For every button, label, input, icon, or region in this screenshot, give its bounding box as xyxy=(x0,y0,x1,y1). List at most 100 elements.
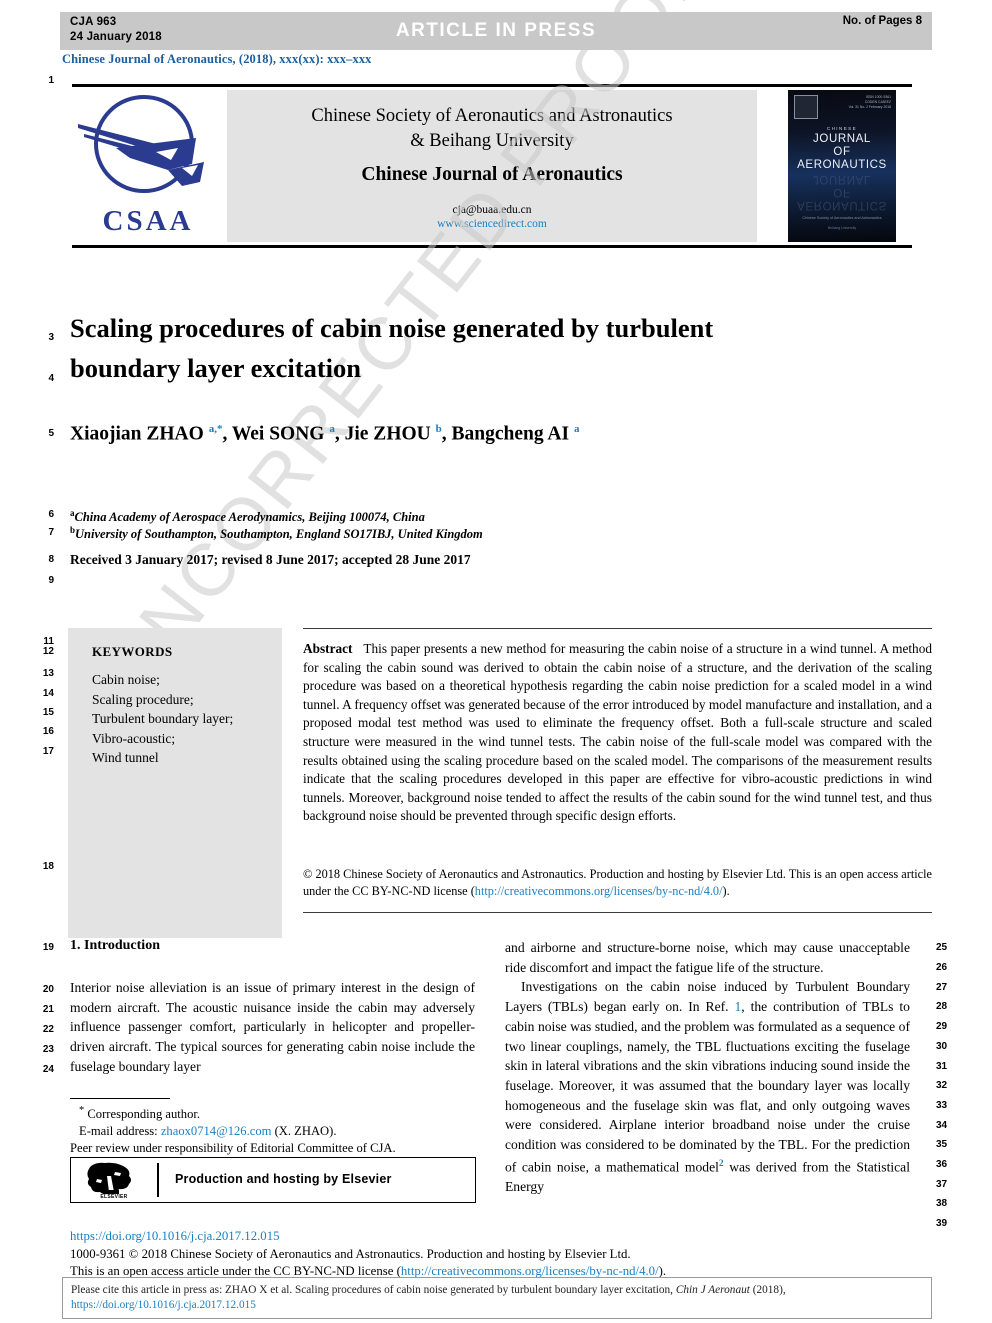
cover-journal-reflection: AERONAUTICS OF JOURNAL xyxy=(788,172,896,211)
line-number: 26 xyxy=(936,962,948,973)
footnote-rule xyxy=(70,1098,170,1099)
cover-reflection-line-1: JOURNAL xyxy=(813,173,871,185)
footer-block: https://doi.org/10.1016/j.cja.2017.12.01… xyxy=(70,1228,932,1281)
line-number: 9 xyxy=(48,575,54,586)
elsevier-wordmark: ELSEVIER xyxy=(100,1194,128,1200)
article-history: Received 3 January 2017; revised 8 June … xyxy=(70,552,471,567)
paragraph-1: and airborne and structure-borne noise, … xyxy=(505,940,910,975)
line-number: 22 xyxy=(42,1024,54,1035)
paper-title: Scaling procedures of cabin noise genera… xyxy=(70,313,714,383)
masthead-gray-panel: Chinese Society of Aeronautics and Astro… xyxy=(227,90,757,242)
email-note: E-mail address: zhaox0714@126.com (X. ZH… xyxy=(70,1123,475,1140)
sciencedirect-link[interactable]: www.sciencedirect.com xyxy=(227,218,757,230)
paper-page: CJA 963 24 January 2018 ARTICLE IN PRESS… xyxy=(0,0,992,1323)
line-number: 25 xyxy=(936,942,948,953)
license-tail: ). xyxy=(658,1264,667,1278)
abstract-bottom-rule xyxy=(303,912,932,913)
keywords-box: KEYWORDS Cabin noise; Scaling procedure;… xyxy=(68,628,282,938)
abstract-top-rule xyxy=(303,628,932,629)
cc-license-link[interactable]: http://creativecommons.org/licenses/by-n… xyxy=(475,884,723,898)
keyword-item: Turbulent boundary layer; xyxy=(92,711,234,726)
cover-journal-line-2: OF xyxy=(833,146,851,158)
society-line-1: Chinese Society of Aeronautics and Astro… xyxy=(311,106,673,126)
elsevier-tree-icon xyxy=(87,1162,131,1195)
license-link[interactable]: http://creativecommons.org/licenses/by-n… xyxy=(401,1264,659,1278)
line-number: 16 xyxy=(42,726,54,737)
affiliation-a-text: China Academy of Aerospace Aerodynamics,… xyxy=(74,510,425,525)
line-number: 18 xyxy=(42,861,54,872)
elsevier-divider xyxy=(157,1163,159,1197)
doi-link[interactable]: https://doi.org/10.1016/j.cja.2017.12.01… xyxy=(70,1228,932,1246)
keywords-heading: KEYWORDS xyxy=(92,644,173,659)
production-hosting-text: Production and hosting by Elsevier xyxy=(175,1172,392,1186)
line-number: 31 xyxy=(936,1061,948,1072)
line-number: 30 xyxy=(936,1041,948,1052)
email-owner: (X. ZHAO). xyxy=(274,1124,337,1139)
cover-chinese-label: CHINESE xyxy=(826,126,858,131)
peer-review-note: Peer review under responsibility of Edit… xyxy=(70,1141,396,1156)
line-number: 39 xyxy=(936,1218,948,1229)
masthead-top-rule xyxy=(72,84,912,87)
line-number: 14 xyxy=(42,688,54,699)
citation-journal: Chin J Aeronaut xyxy=(675,1284,750,1296)
line-number: 37 xyxy=(936,1179,948,1190)
journal-reference-line: Chinese Journal of Aeronautics, (2018), … xyxy=(62,52,372,66)
line-number: 8 xyxy=(48,554,54,565)
cover-journal-line-1: JOURNAL xyxy=(813,133,871,145)
cover-reflection-line-2: OF xyxy=(833,186,851,198)
line-number: 35 xyxy=(936,1139,948,1150)
society-name: Chinese Society of Aeronautics and Astro… xyxy=(227,104,757,154)
citation-box: Please cite this article in press as: ZH… xyxy=(62,1277,932,1319)
cover-reflection-line-3: AERONAUTICS xyxy=(797,199,887,211)
body-column-left: Interior noise alleviation is an issue o… xyxy=(70,980,475,1074)
footnote-block: * Corresponding author. E-mail address: … xyxy=(70,1102,475,1157)
keyword-item: Wind tunnel xyxy=(92,750,159,765)
cover-journal-line-3: AERONAUTICS xyxy=(797,159,887,171)
line-number: 23 xyxy=(42,1044,54,1055)
keyword-item: Vibro-acoustic; xyxy=(92,730,176,746)
cover-footer-university: Beihang University xyxy=(827,226,857,230)
elsevier-production-box: ELSEVIER Production and hosting by Elsev… xyxy=(70,1157,476,1203)
cover-elsevier-mark xyxy=(794,95,818,119)
line-number: 4 xyxy=(48,373,54,384)
abstract-text: Abstract This paper presents a new metho… xyxy=(303,640,932,826)
line-number: 6 xyxy=(48,509,54,520)
line-number: 32 xyxy=(936,1080,948,1091)
asterisk-icon: * xyxy=(79,1105,85,1116)
line-number: 21 xyxy=(42,1004,54,1015)
citation-text: Please cite this article in press as: ZH… xyxy=(71,1283,925,1312)
line-number: 29 xyxy=(936,1021,948,1032)
line-number: 3 xyxy=(48,332,54,343)
line-number: 12 xyxy=(42,646,54,657)
cover-issn-code: ISSN 1000-9361 CODEN CJAEEZ Vol. 31 No. 2 … xyxy=(848,95,891,109)
affiliation-b: bUniversity of Southampton, Southampton,… xyxy=(70,525,483,542)
line-number: 20 xyxy=(42,984,54,995)
journal-masthead: CSAA Chinese Society of Aeronautics and … xyxy=(72,88,912,246)
citation-doi-link[interactable]: https://doi.org/10.1016/j.cja.2017.12.01… xyxy=(71,1299,256,1311)
copyright-tail: ). xyxy=(722,883,730,898)
csaa-wordmark: CSAA xyxy=(102,205,194,237)
line-number: 34 xyxy=(936,1120,948,1131)
section-heading-introduction: 1. Introduction xyxy=(70,938,160,953)
keyword-item: Scaling procedure; xyxy=(92,691,194,707)
cover-journal-name: JOURNAL OF AERONAUTICS xyxy=(788,133,896,172)
abstract-copyright: © 2018 Chinese Society of Aeronautics an… xyxy=(303,866,932,899)
citation-year: (2018), xyxy=(749,1284,786,1296)
affiliation-b-text: University of Southampton, Southampton, … xyxy=(75,527,483,542)
abstract-body: This paper presents a new method for mea… xyxy=(303,641,932,824)
journal-title: Chinese Journal of Aeronautics xyxy=(361,164,623,185)
csaa-logo: CSAA xyxy=(72,90,224,242)
keywords-list: Cabin noise; Scaling procedure; Turbulen… xyxy=(92,670,233,768)
cover-footer-society: Chinese Society of Aeronautics and Astro… xyxy=(802,216,882,220)
abstract-label: Abstract xyxy=(303,641,353,656)
line-number: 15 xyxy=(42,707,54,718)
email-link[interactable]: zhaox0714@126.com xyxy=(161,1124,272,1138)
license-text: This is an open access article under the… xyxy=(70,1264,401,1278)
line-number: 27 xyxy=(936,982,948,993)
journal-email: cja@buaa.edu.cn xyxy=(452,204,532,216)
line-number: 33 xyxy=(936,1100,948,1111)
line-number: 13 xyxy=(42,668,54,679)
page-count-label: No. of Pages 8 xyxy=(842,15,922,27)
line-number: 7 xyxy=(48,527,54,538)
affiliation-a: aChina Academy of Aerospace Aerodynamics… xyxy=(70,508,425,525)
